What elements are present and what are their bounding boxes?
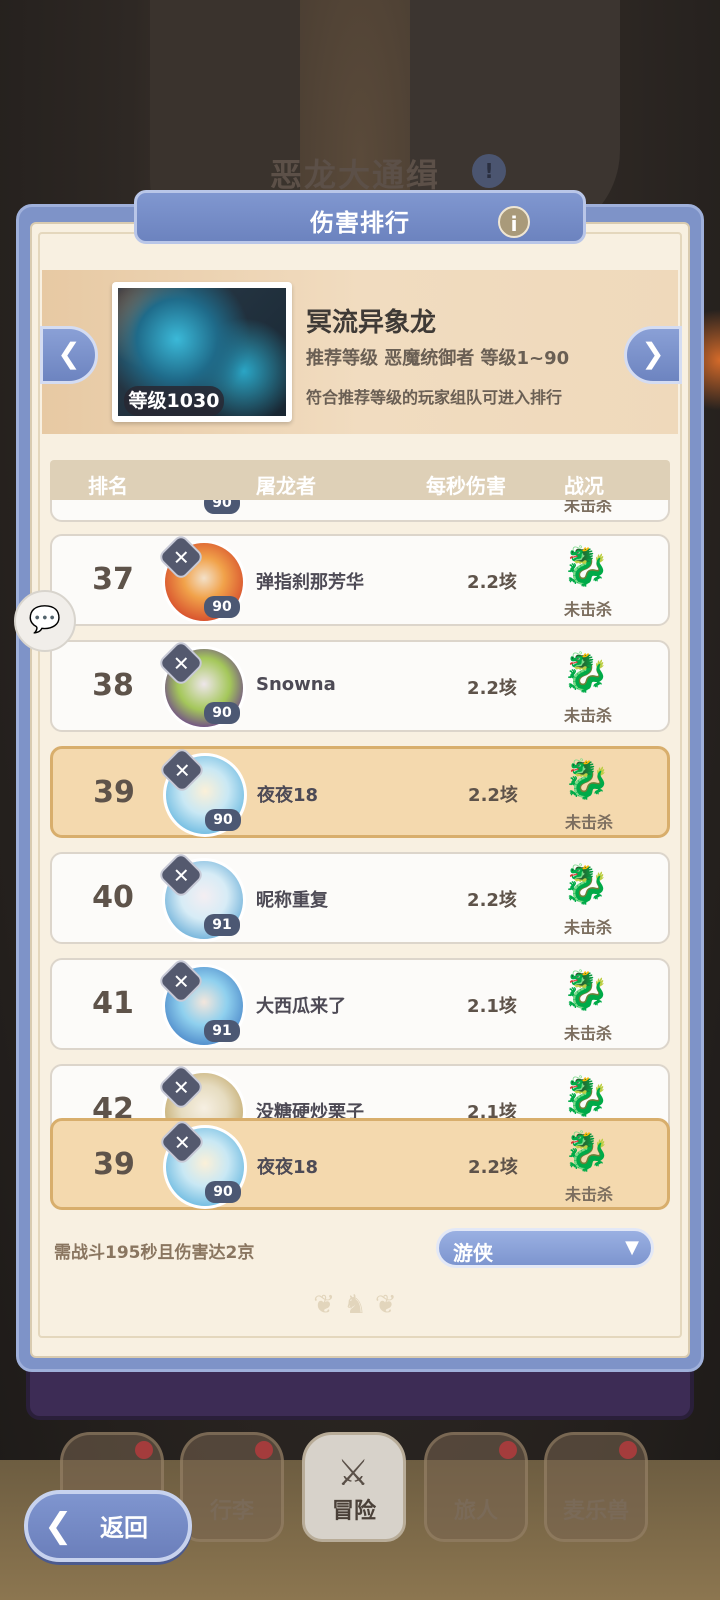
rank-number: 39 [93,775,135,810]
chat-icon[interactable]: 💬 [14,590,76,652]
table-row[interactable]: 40 ✕ 91 昵称重复 2.2垓 🐉 未击杀 [50,850,670,944]
column-header-rank: 排名 [88,474,128,498]
player-name: 夜夜18 [257,1157,319,1178]
boss-ranking-note: 符合推荐等级的玩家组队可进入排行 [306,388,563,407]
prev-boss-button[interactable]: ❮ [40,326,98,384]
notification-dot [619,1441,637,1459]
player-name: Snowna [256,674,336,695]
table-row[interactable]: 38 ✕ 90 Snowna 2.2垓 🐉 未击杀 [50,638,670,732]
nav-tab-pets[interactable]: 麦乐兽 [544,1432,648,1542]
level-badge: 91 [204,914,240,936]
level-badge: 91 [204,1020,240,1042]
column-header-status: 战况 [564,474,604,498]
dragon-icon: 🐉 [563,1129,611,1173]
back-button[interactable]: ❮ 返回 [24,1490,192,1562]
table-header: 排名 屠龙者 每秒伤害 战况 [50,460,670,504]
self-rank-row[interactable]: 39 ✕ 90 夜夜18 2.2垓 🐉 未击杀 [50,1117,670,1210]
table-row[interactable]: 41 ✕ 91 大西瓜来了 2.1垓 🐉 未击杀 [50,956,670,1050]
info-icon[interactable]: i [498,206,530,238]
class-filter-value: 游侠 [453,1241,493,1265]
class-filter-dropdown[interactable]: 游侠 ▼ [436,1228,654,1268]
table-row-self[interactable]: 39 ✕ 90 夜夜18 2.2垓 🐉 未击杀 [50,745,670,838]
column-header-slayer: 屠龙者 [256,474,316,498]
notification-dot [255,1441,273,1459]
kill-status: 未击杀 [564,1185,613,1204]
notification-dot [135,1441,153,1459]
kill-status: 未击杀 [563,600,612,619]
dragon-icon: 🐉 [562,968,610,1012]
level-badge: 90 [205,809,241,831]
player-name: 弹指刹那芳华 [256,572,364,593]
nav-tab-travelers[interactable]: 旅人 [424,1432,528,1542]
panel-ornament: ❦ ♞ ❦ [313,1290,397,1320]
kill-status: 未击杀 [563,500,612,515]
player-name: 大西瓜来了 [256,996,346,1017]
requirement-text: 需战斗195秒且伤害达2京 [54,1243,255,1263]
dragon-icon: 🐉 [562,862,610,906]
dragon-icon: 🐉 [562,1074,610,1118]
damage-per-second: 2.2垓 [467,572,517,593]
player-name: 夜夜18 [257,785,319,806]
player-name: 昵称重复 [256,890,328,911]
damage-per-second: 2.2垓 [468,785,518,806]
dragon-icon: 🐉 [562,544,610,588]
back-button-label: 返回 [100,1514,148,1542]
kill-status: 未击杀 [564,813,613,832]
damage-per-second: 2.2垓 [467,678,517,699]
kill-status: 未击杀 [563,706,612,725]
rank-number: 37 [92,562,134,597]
ranking-list[interactable]: 90 未击杀 37 ✕ 90 弹指刹那芳华 2.2垓 🐉 未击杀 38 ✕ 90… [50,500,670,1136]
nav-tab-label: 麦乐兽 [562,1499,629,1524]
kill-status: 未击杀 [563,918,612,937]
dragon-icon: 🐉 [563,757,611,801]
rank-number: 41 [92,986,134,1021]
next-boss-button[interactable]: ❯ [624,326,682,384]
boss-recommended-level: 推荐等级 恶魔统御者 等级1~90 [306,348,570,369]
back-arrow-icon: ❮ [44,1506,73,1546]
rank-number: 38 [92,668,134,703]
crossed-swords-icon: ⚔ [337,1453,370,1494]
rank-number: 39 [93,1147,135,1182]
level-badge: 90 [204,500,240,514]
column-header-dps: 每秒伤害 [426,474,506,498]
nav-tab-adventure[interactable]: ⚔ 冒险 [302,1432,406,1542]
damage-per-second: 2.1垓 [467,996,517,1017]
table-row[interactable]: 37 ✕ 90 弹指刹那芳华 2.2垓 🐉 未击杀 [50,532,670,626]
dragon-icon: 🐉 [562,650,610,694]
caret-down-icon: ▼ [625,1237,639,1258]
boss-name: 冥流异象龙 [306,308,437,338]
help-icon: ! [472,154,506,188]
damage-per-second: 2.2垓 [467,890,517,911]
table-row[interactable]: 90 未击杀 [50,500,670,522]
nav-tab-label: 行李 [209,1499,254,1524]
kill-status: 未击杀 [563,1024,612,1043]
nav-tab-label: 冒险 [331,1499,376,1524]
level-badge: 90 [204,596,240,618]
level-badge: 90 [205,1181,241,1203]
boss-level-badge: 等级1030 [124,386,224,416]
nav-tab-luggage[interactable]: 行李 [180,1432,284,1542]
level-badge: 90 [204,702,240,724]
rank-number: 40 [92,880,134,915]
nav-tab-label: 旅人 [453,1499,498,1524]
damage-per-second: 2.2垓 [468,1157,518,1178]
notification-dot [499,1441,517,1459]
